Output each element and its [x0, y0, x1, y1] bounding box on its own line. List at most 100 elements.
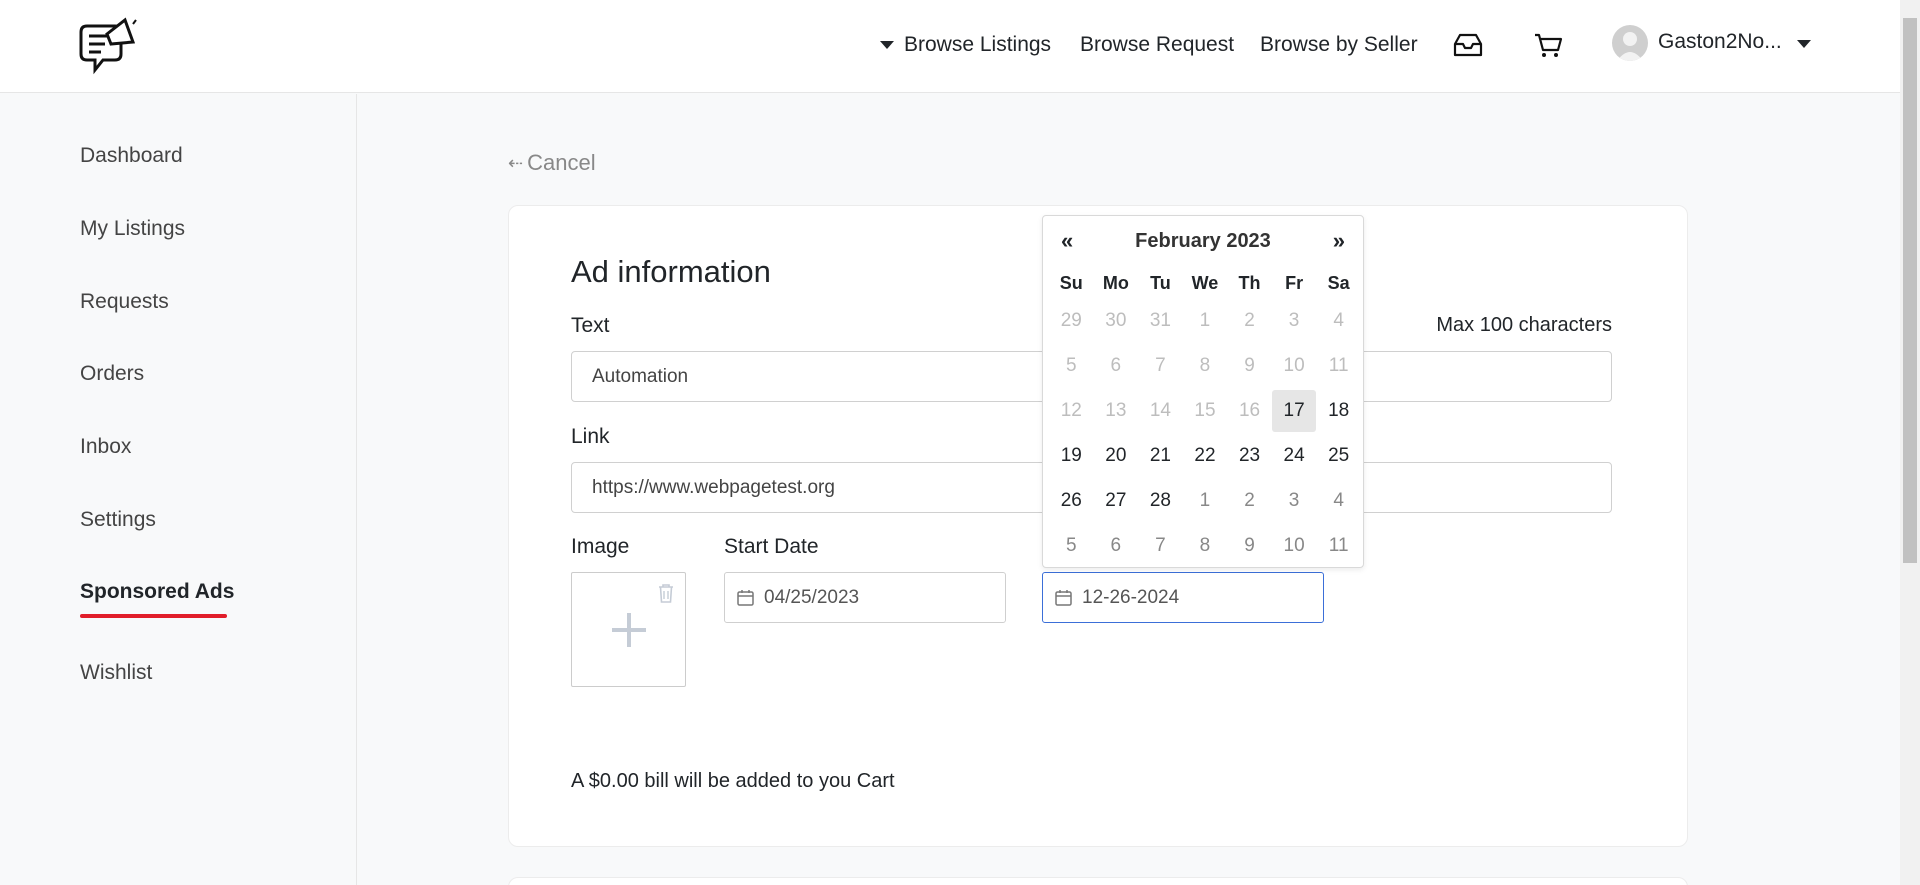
calendar-day: 12 — [1060, 399, 1082, 421]
page-scrollbar[interactable] — [1900, 0, 1920, 885]
calendar-week-row: 5 6 7 8 9 10 11 — [1049, 343, 1361, 388]
end-date-input[interactable]: 12-26-2024 — [1042, 572, 1324, 623]
calendar-week-row: 29 30 31 1 2 3 4 — [1049, 298, 1361, 343]
weekday-label: We — [1191, 273, 1219, 293]
plus-icon — [612, 613, 646, 647]
page-title: Ad information — [571, 254, 771, 289]
link-label: Link — [571, 425, 610, 448]
sidebar-item-inbox[interactable]: Inbox — [80, 435, 131, 459]
calendar-day[interactable]: 6 — [1094, 525, 1139, 567]
calendar-day[interactable]: 23 — [1227, 435, 1272, 477]
sidebar-item-dashboard[interactable]: Dashboard — [80, 144, 183, 168]
calendar-icon — [737, 590, 754, 606]
calendar-day[interactable]: 5 — [1049, 525, 1094, 567]
inbox-tray-icon[interactable] — [1451, 30, 1485, 60]
sidebar-item-wishlist[interactable]: Wishlist — [80, 661, 152, 685]
calendar-day: 2 — [1244, 309, 1255, 331]
calendar-day: 7 — [1155, 354, 1166, 376]
bill-notice: A $0.00 bill will be added to you Cart — [571, 770, 895, 792]
weekday-label: Th — [1238, 273, 1261, 293]
calendar-day[interactable]: 19 — [1049, 435, 1094, 477]
datepicker-header: « February 2023 » — [1043, 228, 1363, 260]
sidebar-item-sponsored-ads[interactable]: Sponsored Ads — [80, 580, 234, 604]
max-characters-hint: Max 100 characters — [1436, 314, 1612, 336]
calendar-day[interactable]: 1 — [1183, 480, 1228, 522]
calendar-week-row: 12 13 14 15 16 17 18 — [1049, 388, 1361, 433]
calendar-day: 4 — [1333, 309, 1344, 331]
weekday-label: Su — [1059, 273, 1083, 293]
calendar-day: 13 — [1105, 399, 1127, 421]
active-item-underline — [80, 614, 227, 618]
calendar-week-row: 26 27 28 1 2 3 4 — [1049, 478, 1361, 523]
calendar-day[interactable]: 22 — [1183, 435, 1228, 477]
arrow-left-icon: ⇠ — [508, 152, 524, 173]
image-upload-box[interactable] — [571, 572, 686, 687]
calendar-day[interactable]: 10 — [1272, 525, 1317, 567]
user-avatar[interactable] — [1612, 25, 1648, 61]
calendar-day: 6 — [1110, 354, 1122, 376]
calendar-day: 30 — [1105, 309, 1127, 331]
calendar-day[interactable]: 8 — [1183, 525, 1228, 567]
calendar-day[interactable]: 25 — [1316, 435, 1361, 477]
cancel-label: Cancel — [527, 150, 596, 175]
weekday-label: Mo — [1102, 273, 1129, 293]
calendar-day[interactable]: 27 — [1094, 480, 1139, 522]
calendar-day: 14 — [1149, 399, 1171, 421]
next-month-button[interactable]: » — [1333, 228, 1345, 254]
calendar-week-row: 5 6 7 8 9 10 11 — [1049, 523, 1361, 568]
calendar-day[interactable]: 28 — [1138, 480, 1183, 522]
calendar-day[interactable]: 11 — [1316, 525, 1361, 567]
browse-request-link[interactable]: Browse Request — [1080, 30, 1234, 60]
calendar-day: 8 — [1199, 354, 1211, 376]
calendar-day[interactable]: 7 — [1138, 525, 1183, 567]
calendar-day[interactable]: 26 — [1049, 480, 1094, 522]
user-name[interactable]: Gaston2No... — [1658, 30, 1782, 54]
trash-icon[interactable] — [657, 583, 675, 603]
image-label: Image — [571, 535, 630, 558]
calendar-day[interactable]: 3 — [1272, 480, 1317, 522]
megaphone-chat-logo-icon[interactable] — [77, 14, 137, 78]
top-header: Browse Listings Browse Request Browse by… — [0, 0, 1900, 93]
calendar-day[interactable]: 21 — [1138, 435, 1183, 477]
calendar-day: 16 — [1238, 399, 1261, 421]
sidebar: Dashboard My Listings Requests Orders In… — [0, 94, 357, 885]
weekday-label: Fr — [1285, 273, 1304, 293]
calendar-day[interactable]: 2 — [1227, 480, 1272, 522]
calendar-icon — [1055, 590, 1072, 606]
calendar-day[interactable]: 17 — [1271, 389, 1317, 432]
calendar-day: 31 — [1149, 309, 1171, 331]
calendar-day[interactable]: 4 — [1316, 480, 1361, 522]
calendar-day: 1 — [1199, 309, 1211, 331]
calendar-day[interactable]: 20 — [1094, 435, 1139, 477]
scrollbar-thumb[interactable] — [1903, 18, 1917, 563]
datepicker-month-title[interactable]: February 2023 — [1043, 230, 1363, 253]
calendar-day: 29 — [1060, 309, 1082, 331]
calendar-day: 11 — [1328, 354, 1349, 376]
weekday-label: Tu — [1150, 273, 1171, 293]
cart-icon[interactable] — [1533, 30, 1563, 60]
calendar-day[interactable]: 9 — [1227, 525, 1272, 567]
browse-listings-menu[interactable]: Browse Listings — [880, 30, 1051, 60]
browse-by-seller-link[interactable]: Browse by Seller — [1260, 30, 1418, 60]
datepicker-grid: Su Mo Tu We Th Fr Sa 29 30 31 1 2 3 4 5 6 7 8 9 10 11 12 13 14 1… — [1049, 268, 1361, 568]
cancel-link[interactable]: ⇠ Cancel — [508, 150, 596, 176]
calendar-day[interactable]: 24 — [1272, 435, 1317, 477]
weekday-header-row: Su Mo Tu We Th Fr Sa — [1049, 268, 1361, 298]
browse-listings-label: Browse Listings — [904, 33, 1052, 56]
calendar-day: 9 — [1244, 354, 1255, 376]
start-date-value: 04/25/2023 — [764, 586, 860, 608]
caret-down-icon — [880, 41, 894, 49]
sidebar-item-my-listings[interactable]: My Listings — [80, 217, 185, 241]
start-date-input[interactable]: 04/25/2023 — [724, 572, 1006, 623]
datepicker-popup: « February 2023 » Su Mo Tu We Th Fr Sa 29 30 31 1 2… — [1042, 215, 1364, 568]
text-label: Text — [571, 314, 610, 337]
calendar-day[interactable]: 18 — [1316, 390, 1361, 432]
sidebar-item-requests[interactable]: Requests — [80, 290, 169, 314]
sidebar-item-orders[interactable]: Orders — [80, 362, 144, 386]
weekday-label: Sa — [1327, 273, 1350, 293]
start-date-label: Start Date — [724, 535, 819, 558]
calendar-week-row: 19 20 21 22 23 24 25 — [1049, 433, 1361, 478]
sidebar-item-settings[interactable]: Settings — [80, 508, 156, 532]
calendar-day: 10 — [1283, 354, 1305, 376]
user-menu-caret-icon[interactable] — [1797, 40, 1811, 48]
